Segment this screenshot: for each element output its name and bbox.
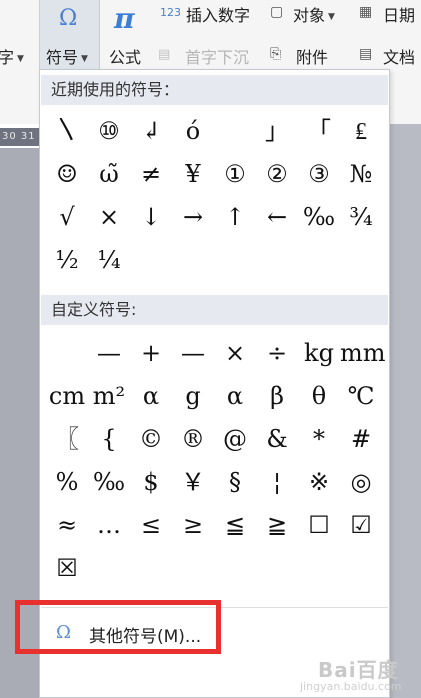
- symbol-cell[interactable]: §: [214, 461, 256, 503]
- symbol-cell[interactable]: θ: [298, 375, 340, 417]
- symbol-cell[interactable]: [46, 332, 88, 374]
- symbol-cell[interactable]: ¦: [256, 461, 298, 503]
- drop-cap-button: 首字下沉: [185, 48, 250, 67]
- calendar-icon: ▦: [359, 4, 373, 20]
- symbol-cell[interactable]: ω̃: [88, 153, 130, 195]
- baidu-watermark-url: jingyan.baidu.com: [300, 680, 402, 693]
- doc-button[interactable]: 文档: [383, 44, 415, 68]
- symbol-button-label: 符号 ▼: [46, 48, 88, 67]
- symbol-cell[interactable]: ⑩: [88, 110, 130, 152]
- symbol-cell[interactable]: ◎: [340, 461, 382, 503]
- symbol-cell[interactable]: ×: [88, 196, 130, 238]
- symbol-cell[interactable]: ≠: [130, 153, 172, 195]
- symbol-cell[interactable]: ↲: [130, 110, 172, 152]
- symbol-cell[interactable]: g: [172, 375, 214, 417]
- paperclip-icon: ⎘: [270, 46, 282, 62]
- symbol-cell[interactable]: ¾: [340, 196, 382, 238]
- symbol-cell[interactable]: ③: [298, 153, 340, 195]
- symbol-cell[interactable]: {: [88, 418, 130, 460]
- ruler: 30 31: [0, 128, 40, 146]
- symbol-cell[interactable]: ‰: [88, 461, 130, 503]
- symbol-cell[interactable]: cm: [46, 375, 88, 417]
- symbol-cell[interactable]: α: [130, 375, 172, 417]
- symbol-cell[interactable]: ≧: [256, 504, 298, 546]
- object-icon: ▢: [270, 4, 284, 20]
- symbol-cell[interactable]: ←: [256, 196, 298, 238]
- symbol-cell[interactable]: ‰: [298, 196, 340, 238]
- symbol-cell[interactable]: —: [172, 332, 214, 374]
- date-button[interactable]: 日期: [383, 2, 415, 26]
- symbol-button[interactable]: Ω 符号 ▼: [39, 0, 100, 70]
- symbol-cell[interactable]: ₤: [340, 110, 382, 152]
- symbol-cell[interactable]: ¼: [88, 239, 130, 281]
- symbol-cell[interactable]: ≈: [46, 504, 88, 546]
- symbol-cell[interactable]: ó: [172, 110, 214, 152]
- symbol-cell[interactable]: +: [130, 332, 172, 374]
- symbol-cell[interactable]: &: [256, 418, 298, 460]
- symbol-cell[interactable]: №: [340, 153, 382, 195]
- omega-icon: Ω: [59, 6, 78, 31]
- symbol-cell[interactable]: →: [172, 196, 214, 238]
- symbol-cell[interactable]: ↓: [130, 196, 172, 238]
- symbol-cell[interactable]: —: [88, 332, 130, 374]
- symbol-cell[interactable]: ®: [172, 418, 214, 460]
- symbol-cell[interactable]: %: [46, 461, 88, 503]
- symbol-cell[interactable]: β: [256, 375, 298, 417]
- custom-symbols-header: 自定义符号:: [41, 295, 388, 325]
- symbol-cell[interactable]: ≥: [172, 504, 214, 546]
- symbol-cell[interactable]: α: [214, 375, 256, 417]
- symbol-cell[interactable]: kg: [298, 332, 340, 374]
- symbol-cell[interactable]: ≦: [214, 504, 256, 546]
- symbol-cell[interactable]: 〵: [46, 110, 88, 152]
- symbol-cell[interactable]: m²: [88, 375, 130, 417]
- highlight-box: [15, 600, 221, 654]
- attachment-button[interactable]: 附件: [296, 44, 328, 68]
- symbol-cell[interactable]: ☺: [46, 153, 88, 195]
- symbol-cell[interactable]: ↑: [214, 196, 256, 238]
- insert-number-button[interactable]: 插入数字: [186, 2, 250, 26]
- recent-symbols-header: 近期使用的符号：: [41, 75, 388, 105]
- symbol-cell[interactable]: ☐: [298, 504, 340, 546]
- symbol-cell[interactable]: #: [340, 418, 382, 460]
- object-button[interactable]: 对象 ▼: [293, 2, 335, 26]
- symbol-cell[interactable]: ①: [214, 153, 256, 195]
- symbol-cell[interactable]: ≤: [130, 504, 172, 546]
- symbol-cell[interactable]: ℃: [340, 375, 382, 417]
- symbol-cell[interactable]: @: [214, 418, 256, 460]
- symbol-cell[interactable]: ©: [130, 418, 172, 460]
- symbol-cell[interactable]: [214, 110, 256, 152]
- symbol-cell[interactable]: 〖: [46, 418, 88, 460]
- symbol-cell[interactable]: ※: [298, 461, 340, 503]
- formula-button[interactable]: 公式: [109, 44, 141, 68]
- symbol-cell[interactable]: $: [130, 461, 172, 503]
- symbol-cell[interactable]: mm: [340, 332, 386, 374]
- symbol-cell[interactable]: √: [46, 196, 88, 238]
- symbol-cell[interactable]: ☒: [46, 547, 88, 589]
- pi-icon[interactable]: π: [114, 2, 135, 35]
- symbol-cell[interactable]: 「: [298, 110, 340, 152]
- symbol-cell[interactable]: ¥: [172, 153, 214, 195]
- number-icon: 123: [160, 6, 181, 19]
- symbol-cell[interactable]: ½: [46, 239, 88, 281]
- ribbon-cut-label[interactable]: 字 ▼: [0, 44, 24, 68]
- symbol-cell[interactable]: ②: [256, 153, 298, 195]
- symbol-cell[interactable]: ☑: [340, 504, 382, 546]
- symbol-cell[interactable]: ÷: [256, 332, 298, 374]
- baidu-watermark: Bai百度: [318, 658, 399, 682]
- drop-cap-icon: ▤: [158, 47, 171, 62]
- symbol-cell[interactable]: …: [88, 504, 130, 546]
- symbol-cell[interactable]: ×: [214, 332, 256, 374]
- symbol-cell[interactable]: 」: [256, 110, 298, 152]
- symbol-cell[interactable]: *: [298, 418, 340, 460]
- symbol-cell[interactable]: ￥: [172, 461, 214, 503]
- document-icon: ▤: [359, 46, 373, 62]
